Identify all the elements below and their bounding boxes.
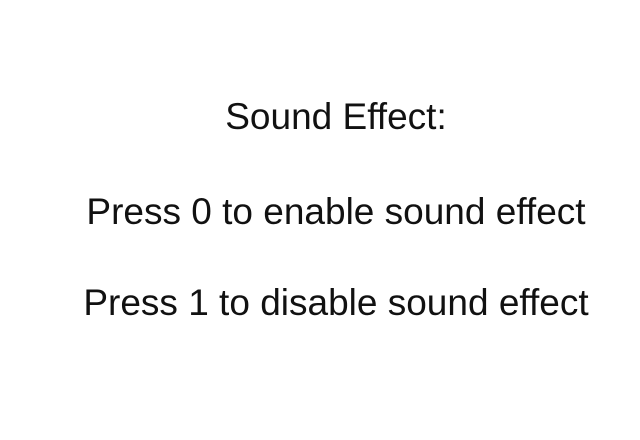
menu-title: Sound Effect: [225, 96, 447, 137]
disable-sound-option: Press 1 to disable sound effect [83, 282, 589, 323]
enable-sound-option: Press 0 to enable sound effect [86, 191, 586, 232]
sound-effect-menu: Sound Effect: Press 0 to enable sound ef… [0, 0, 640, 440]
